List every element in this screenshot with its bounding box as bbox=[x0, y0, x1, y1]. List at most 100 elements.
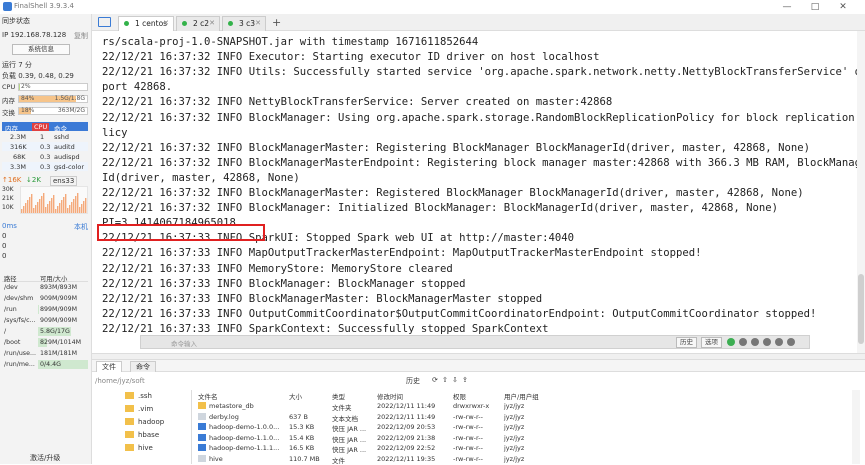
new-tab-icon[interactable]: + bbox=[272, 16, 281, 29]
ip-address: IP 192.168.78.128 bbox=[2, 31, 67, 39]
terminal-line: 22/12/21 16:37:33 INFO BlockManagerMaste… bbox=[102, 292, 543, 305]
up-dir-icon[interactable]: ⇧ bbox=[442, 376, 448, 384]
disk-row[interactable]: /dev/shm 909M/909M bbox=[2, 294, 88, 303]
system-info-button[interactable]: 系统信息 bbox=[12, 44, 70, 55]
column-type[interactable]: 类型 bbox=[332, 391, 345, 401]
disk-row[interactable]: /run/use... 181M/181M bbox=[2, 349, 88, 358]
file-row[interactable]: derby.log 637 B 文本文档 2022/12/11 11:49 -rw-rw… bbox=[194, 412, 554, 423]
refresh-icon[interactable]: ⟳ bbox=[432, 376, 438, 384]
disk-row[interactable]: /sys/fs/c... 909M/909M bbox=[2, 316, 88, 325]
window-icon[interactable] bbox=[787, 338, 795, 346]
jar-icon bbox=[198, 433, 206, 441]
file-owner: jyz/jyz bbox=[504, 402, 525, 410]
disk-row[interactable]: /boot 829M/1014M bbox=[2, 338, 88, 347]
file-row[interactable]: hadoop-demo-1.1.1... 16.5 KB 快压 JAR ... 202… bbox=[194, 443, 554, 454]
tab-session-3[interactable]: 3 c3 ✕ bbox=[222, 16, 266, 31]
tab-session-1[interactable]: 1 centos ✕ bbox=[118, 16, 174, 31]
terminal-scroll-thumb[interactable] bbox=[858, 274, 864, 344]
network-traffic-bar bbox=[61, 200, 63, 213]
close-tab-icon[interactable]: ✕ bbox=[163, 17, 169, 30]
disk-header-size: 可用/大小 bbox=[40, 276, 68, 283]
send-icon[interactable] bbox=[727, 338, 735, 346]
connected-dot-icon bbox=[228, 21, 233, 26]
sync-status: 同步状态 bbox=[2, 17, 30, 25]
column-name[interactable]: 文件名 bbox=[198, 391, 218, 401]
terminal-output[interactable]: rs/scala-proj-1.0-SNAPSHOT.jar with time… bbox=[92, 31, 857, 353]
process-row[interactable]: 68K 0.3 audispd bbox=[2, 152, 88, 161]
terminal-line: 22/12/21 16:37:32 INFO Executor: Startin… bbox=[102, 51, 600, 64]
settings-icon[interactable] bbox=[775, 338, 783, 346]
column-modified[interactable]: 修改时间 bbox=[377, 391, 403, 401]
tree-item[interactable]: hadoop bbox=[125, 418, 164, 426]
upgrade-link[interactable]: 激活/升级 bbox=[30, 453, 60, 463]
tree-item-label: hive bbox=[138, 444, 153, 452]
tab-session-2[interactable]: 2 c2 ✕ bbox=[176, 16, 220, 31]
column-size[interactable]: 大小 bbox=[289, 391, 302, 401]
disk-row[interactable]: /run 899M/909M bbox=[2, 305, 88, 314]
file-type: 快压 JAR ... bbox=[332, 425, 367, 433]
download-icon[interactable]: ⇩ bbox=[452, 376, 458, 384]
file-row[interactable]: hive 110.7 MB 文件 2022/12/11 19:35 -rw-rw-r--… bbox=[194, 454, 554, 465]
terminal-scrollbar[interactable] bbox=[857, 31, 865, 353]
net-tick: 30K bbox=[2, 186, 14, 193]
tab-files[interactable]: 文件 bbox=[96, 361, 122, 372]
tree-item[interactable]: .ssh bbox=[125, 392, 152, 400]
folder-icon bbox=[125, 418, 134, 425]
network-traffic-bar bbox=[73, 199, 75, 213]
disk-header-path: 路径 bbox=[4, 276, 17, 283]
process-mem: 2.3M bbox=[10, 133, 26, 141]
minimize-button[interactable]: — bbox=[776, 0, 798, 14]
net-up: ↑16K bbox=[2, 176, 22, 184]
file-perm: -rw-rw-r-- bbox=[453, 423, 483, 431]
latency-tick: 0 bbox=[2, 252, 7, 260]
command-input[interactable]: 命令输入 bbox=[171, 338, 197, 348]
close-tab-icon[interactable]: ✕ bbox=[255, 17, 261, 30]
tab-commands[interactable]: 命令 bbox=[130, 361, 156, 372]
swap-value: 363M/2G bbox=[57, 107, 85, 114]
search-icon[interactable] bbox=[739, 338, 747, 346]
file-list: 文件名 大小 类型 修改时间 权限 用户/用户组 metastore_db 文件夹… bbox=[194, 390, 854, 465]
command-input-bar[interactable]: 命令输入 历史 选项 bbox=[140, 335, 810, 349]
disk-row[interactable]: /run/me... 0/4.4G bbox=[2, 360, 88, 369]
copy-ip-button[interactable]: 复制 bbox=[74, 31, 88, 41]
disk-row[interactable]: / 5.8G/17G bbox=[2, 327, 88, 336]
network-traffic-bar bbox=[33, 208, 35, 213]
network-traffic-bar bbox=[21, 209, 23, 213]
tree-item[interactable]: hive bbox=[125, 444, 153, 452]
close-button[interactable]: ✕ bbox=[832, 0, 854, 14]
folder-icon[interactable] bbox=[98, 17, 111, 27]
history-button[interactable]: 历史 bbox=[676, 337, 697, 348]
network-traffic-bar bbox=[63, 197, 65, 213]
path-input[interactable]: /home/jyz/soft bbox=[92, 376, 392, 388]
options-button[interactable]: 选项 bbox=[701, 337, 722, 348]
file-row[interactable]: hadoop-demo-1.0.0... 15.3 KB 快压 JAR ... 202… bbox=[194, 422, 554, 433]
network-traffic-bar bbox=[65, 194, 67, 213]
process-row[interactable]: 2.3M 1 sshd bbox=[2, 132, 88, 141]
disk-size: 893M/893M bbox=[40, 284, 78, 291]
file-row[interactable]: hadoop-demo-1.1.0... 15.4 KB 快压 JAR ... 202… bbox=[194, 433, 554, 444]
download-icon[interactable] bbox=[751, 338, 759, 346]
disk-row[interactable]: /dev 893M/893M bbox=[2, 283, 88, 292]
process-row[interactable]: 316K 0.3 auditd bbox=[2, 142, 88, 151]
file-modified: 2022/12/09 20:53 bbox=[377, 423, 436, 431]
file-row[interactable]: metastore_db 文件夹 2022/12/11 11:49 drwxrwxr-… bbox=[194, 401, 554, 412]
upload-icon[interactable]: ⇪ bbox=[462, 376, 468, 384]
gear-icon[interactable] bbox=[763, 338, 771, 346]
tree-item[interactable]: .vim bbox=[125, 405, 153, 413]
disk-size: 181M/181M bbox=[40, 350, 78, 357]
net-interface-select[interactable]: ens33 bbox=[50, 176, 78, 186]
disk-size: 899M/909M bbox=[40, 306, 78, 313]
file-list-scrollbar[interactable] bbox=[852, 390, 860, 464]
network-traffic-bar bbox=[37, 202, 39, 213]
maximize-button[interactable]: □ bbox=[804, 0, 826, 14]
close-tab-icon[interactable]: ✕ bbox=[209, 17, 215, 30]
tree-item[interactable]: hbase bbox=[125, 431, 159, 439]
file-name: hadoop-demo-1.1.1... bbox=[209, 444, 280, 452]
column-owner[interactable]: 用户/用户组 bbox=[504, 391, 539, 401]
path-history-button[interactable]: 历史 bbox=[406, 376, 420, 386]
process-row[interactable]: 3.3M 0.3 gsd-color bbox=[2, 162, 88, 171]
file-perm: -rw-rw-r-- bbox=[453, 454, 483, 463]
panel-splitter[interactable] bbox=[92, 353, 865, 360]
tab-sort-cpu[interactable]: CPU bbox=[32, 123, 50, 131]
column-permissions[interactable]: 权限 bbox=[453, 391, 466, 401]
